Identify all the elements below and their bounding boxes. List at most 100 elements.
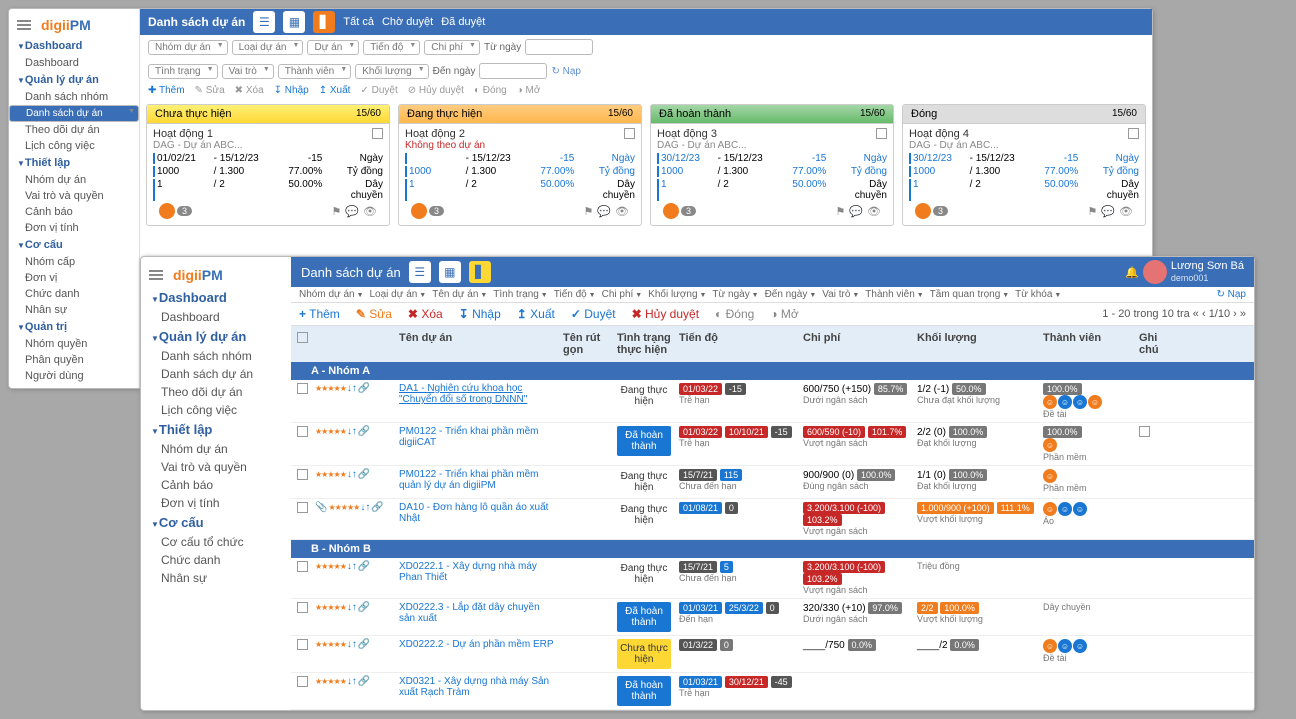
view-grid-icon[interactable]: ▦ [283, 11, 305, 33]
table-row[interactable]: ★★★★★ ↓↑ 🔗 XD0222.2 - Dự án phần mềm ERP… [291, 636, 1254, 673]
action-button[interactable]: ◑ Mở [770, 307, 798, 321]
column-header[interactable]: Thành viên [1041, 332, 1133, 356]
column-header[interactable]: Tên dự án [397, 332, 557, 356]
member-avatar-icon[interactable]: ☺ [1043, 438, 1057, 452]
member-avatar-icon[interactable]: ☺ [1043, 502, 1057, 516]
filter-select[interactable]: Tình trạng [493, 289, 547, 300]
member-avatar-icon[interactable]: ☺ [1058, 395, 1072, 409]
avatar[interactable] [1143, 260, 1167, 284]
member-avatar-icon[interactable]: ☺ [1043, 469, 1057, 483]
member-avatar-icon[interactable]: ☺ [1073, 639, 1087, 653]
card-checkbox[interactable] [372, 128, 383, 139]
row-checkbox[interactable] [297, 426, 308, 437]
kanban-card[interactable]: Hoạt động 2 Không theo dự án - 15/12/23-… [399, 124, 641, 225]
action-button[interactable]: ↥ Xuất [517, 307, 555, 321]
project-name[interactable]: PM0122 - Triển khai phần mềm quản lý dự … [397, 469, 557, 491]
view-grid-icon[interactable]: ▦ [439, 261, 461, 283]
menu-icon[interactable] [149, 268, 163, 282]
filter-select[interactable]: Chi phí [602, 289, 643, 300]
sidebar-item[interactable]: Theo dõi dự án [141, 383, 291, 401]
sidebar-item[interactable]: Đơn vị tính [9, 220, 139, 236]
eye-icon[interactable]: 👁 [867, 205, 881, 218]
reload-button[interactable]: ↻ Nạp [1216, 289, 1246, 300]
user-block[interactable]: 🔔 Lương Sơn Bádemo001 [1125, 260, 1244, 284]
reload-button[interactable]: ↻ Nạp [551, 66, 581, 77]
sidebar-item[interactable]: Nhân sự [141, 569, 291, 587]
project-name[interactable]: XD0222.2 - Dự án phần mềm ERP [397, 639, 557, 650]
sidebar-item[interactable]: Phân quyền [9, 352, 139, 368]
filter-select[interactable]: Khối lượng [648, 289, 706, 300]
row-checkbox[interactable] [297, 676, 308, 687]
filter-select[interactable]: Từ khóa [1015, 289, 1061, 300]
toolbar-button[interactable]: ⊘ Hủy duyệt [408, 85, 464, 96]
filter-select[interactable]: Vai trò [222, 64, 274, 79]
nav-group[interactable]: Thiết lập [9, 154, 139, 172]
action-button[interactable]: ✖ Hủy duyệt [632, 307, 699, 321]
column-header[interactable]: Khối lượng [915, 332, 1037, 356]
filter-select[interactable]: Chi phí [424, 40, 480, 55]
row-checkbox[interactable] [297, 602, 308, 613]
sort-icon[interactable]: ↓↑ [360, 502, 370, 513]
nav-group[interactable]: Cơ cấu [141, 512, 291, 533]
sidebar-item[interactable]: Vai trò và quyền [141, 458, 291, 476]
tab-pending[interactable]: Chờ duyệt [382, 16, 433, 28]
link-icon[interactable]: 🔗 [371, 502, 383, 513]
chat-icon[interactable]: 💬 [1101, 205, 1115, 218]
view-board-icon[interactable]: ▋ [313, 11, 335, 33]
sidebar-item[interactable]: Lịch công việc [141, 401, 291, 419]
bell-icon[interactable]: 🔔 [1125, 266, 1139, 279]
column-header[interactable]: Tình trạng thực hiện [615, 332, 673, 356]
toolbar-button[interactable]: ✖ Xóa [235, 85, 264, 96]
member-avatar-icon[interactable]: ☺ [1073, 502, 1087, 516]
card-checkbox[interactable] [1128, 128, 1139, 139]
nav-group[interactable]: Dashboard [9, 37, 139, 55]
filter-select[interactable]: Tiến độ [363, 40, 420, 55]
project-name[interactable]: DA10 - Đơn hàng lô quần áo xuất Nhật [397, 502, 557, 524]
link-icon[interactable]: 🔗 [358, 469, 370, 480]
filter-select[interactable]: Dự án [307, 40, 359, 55]
action-button[interactable]: + Thêm [299, 307, 340, 321]
member-avatar-icon[interactable]: ☺ [1088, 395, 1102, 409]
nav-group[interactable]: Quản trị [9, 318, 139, 336]
sidebar-item[interactable]: Nhóm cấp [9, 254, 139, 270]
action-button[interactable]: ✓ Duyệt [571, 307, 616, 321]
sidebar-item[interactable]: Dashboard [9, 55, 139, 71]
column-header[interactable]: Tên rút gọn [561, 332, 611, 356]
to-date[interactable] [479, 63, 547, 79]
kanban-card[interactable]: Hoạt động 4 DAG - Dự án ABC... 30/12/23-… [903, 124, 1145, 225]
link-icon[interactable]: 🔗 [358, 639, 370, 650]
sidebar-item[interactable]: Đơn vị tính [141, 494, 291, 512]
sidebar-item[interactable]: Danh sách dự án [141, 365, 291, 383]
kanban-card[interactable]: Hoạt động 1 DAG - Dự án ABC... 01/02/21-… [147, 124, 389, 225]
table-row[interactable]: ★★★★★ ↓↑ 🔗 PM0122 - Triển khai phần mềm … [291, 423, 1254, 466]
table-row[interactable]: ★★★★★ ↓↑ 🔗 PM0122 - Triển khai phần mềm … [291, 466, 1254, 499]
tab-approved[interactable]: Đã duyệt [441, 16, 485, 28]
sidebar-item[interactable]: Cơ cấu tổ chức [141, 533, 291, 551]
sidebar-item[interactable]: Đơn vị [9, 270, 139, 286]
action-button[interactable]: ↧ Nhập [459, 307, 501, 321]
eye-icon[interactable]: 👁 [1119, 205, 1133, 218]
project-name[interactable]: XD0222.3 - Lắp đặt dây chuyền sản xuất [397, 602, 557, 624]
sidebar-item[interactable]: Dashboard [141, 308, 291, 326]
filter-select[interactable]: Khối lượng [355, 64, 428, 79]
nav-group[interactable]: Thiết lập [141, 419, 291, 440]
card-checkbox[interactable] [876, 128, 887, 139]
sidebar-item[interactable]: Nhóm dự án [9, 172, 139, 188]
row-checkbox[interactable] [297, 383, 308, 394]
sort-icon[interactable]: ↓↑ [347, 602, 357, 613]
chat-icon[interactable]: 💬 [597, 205, 611, 218]
tab-all[interactable]: Tất cả [343, 16, 374, 28]
row-checkbox[interactable] [297, 502, 308, 513]
member-avatar-icon[interactable]: ☺ [1058, 502, 1072, 516]
menu-icon[interactable] [17, 18, 31, 32]
sidebar-item[interactable]: Theo dõi dự án [9, 122, 139, 138]
toolbar-button[interactable]: ↧ Nhập [274, 85, 309, 96]
table-row[interactable]: ★★★★★ ↓↑ 🔗 XD0222.3 - Lắp đặt dây chuyền… [291, 599, 1254, 636]
from-date[interactable] [525, 39, 593, 55]
nav-group[interactable]: Quản lý dự án [9, 71, 139, 89]
group-row[interactable]: A - Nhóm A [291, 362, 1254, 380]
view-card-icon[interactable]: ▋ [469, 261, 491, 283]
link-icon[interactable]: 🔗 [358, 602, 370, 613]
filter-select[interactable]: Tình trạng [148, 64, 218, 79]
eye-icon[interactable]: 👁 [615, 205, 629, 218]
